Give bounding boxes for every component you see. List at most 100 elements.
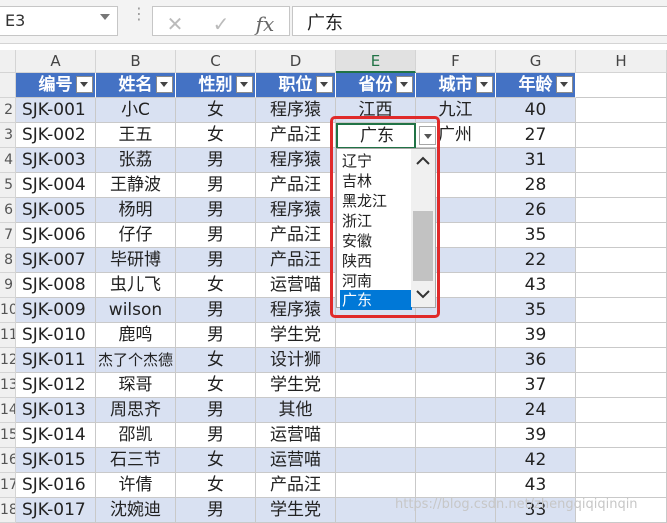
empty-cell[interactable] bbox=[576, 223, 667, 248]
cancel-icon[interactable]: ✕ bbox=[163, 12, 187, 36]
empty-cell[interactable] bbox=[576, 448, 667, 473]
column-header-c[interactable]: C bbox=[176, 50, 256, 73]
header-cell-gender[interactable]: 性别 bbox=[176, 73, 256, 98]
cell-gender[interactable]: 男 bbox=[176, 198, 256, 223]
row-header[interactable]: 16 bbox=[0, 448, 16, 473]
empty-cell[interactable] bbox=[576, 373, 667, 398]
cell-name[interactable]: 周思齐 bbox=[96, 398, 176, 423]
row-header[interactable]: 4 bbox=[0, 148, 16, 173]
cell-age[interactable]: 27 bbox=[496, 123, 576, 148]
cell-position[interactable]: 其他 bbox=[256, 398, 336, 423]
row-header[interactable]: 15 bbox=[0, 423, 16, 448]
cell-age[interactable]: 39 bbox=[496, 423, 576, 448]
cell-age[interactable]: 40 bbox=[496, 98, 576, 123]
filter-icon[interactable] bbox=[396, 76, 413, 93]
cell-city[interactable] bbox=[416, 348, 496, 373]
cell-id[interactable]: SJK-012 bbox=[16, 373, 96, 398]
cell-province[interactable] bbox=[336, 323, 416, 348]
cell-id[interactable]: SJK-008 bbox=[16, 273, 96, 298]
cell-city[interactable] bbox=[416, 398, 496, 423]
empty-cell[interactable] bbox=[576, 73, 667, 98]
column-header-a[interactable]: A bbox=[16, 50, 96, 73]
cell-position[interactable]: 程序猿 bbox=[256, 148, 336, 173]
row-header[interactable]: 8 bbox=[0, 248, 16, 273]
cell-position[interactable]: 学生党 bbox=[256, 373, 336, 398]
cell-gender[interactable]: 女 bbox=[176, 448, 256, 473]
cell-position[interactable]: 产品汪 bbox=[256, 173, 336, 198]
cell-city[interactable] bbox=[416, 373, 496, 398]
row-header[interactable]: 17 bbox=[0, 473, 16, 498]
empty-cell[interactable] bbox=[576, 173, 667, 198]
cell-id[interactable]: SJK-005 bbox=[16, 198, 96, 223]
cell-gender[interactable]: 女 bbox=[176, 473, 256, 498]
cell-gender[interactable]: 女 bbox=[176, 98, 256, 123]
cell-name[interactable]: wilson bbox=[96, 298, 176, 323]
row-header[interactable]: 3 bbox=[0, 123, 16, 148]
filter-icon[interactable] bbox=[476, 76, 493, 93]
cell-id[interactable]: SJK-003 bbox=[16, 148, 96, 173]
row-header[interactable] bbox=[0, 73, 16, 98]
header-cell-id[interactable]: 编号 bbox=[16, 73, 96, 98]
cell-id[interactable]: SJK-002 bbox=[16, 123, 96, 148]
cell-age[interactable]: 31 bbox=[496, 148, 576, 173]
cell-gender[interactable]: 男 bbox=[176, 248, 256, 273]
empty-cell[interactable] bbox=[576, 323, 667, 348]
row-header[interactable]: 7 bbox=[0, 223, 16, 248]
cell-province[interactable] bbox=[336, 448, 416, 473]
empty-cell[interactable] bbox=[576, 148, 667, 173]
row-header[interactable]: 5 bbox=[0, 173, 16, 198]
row-header[interactable]: 13 bbox=[0, 373, 16, 398]
cell-position[interactable]: 程序猿 bbox=[256, 298, 336, 323]
cell-gender[interactable]: 男 bbox=[176, 298, 256, 323]
cell-id[interactable]: SJK-017 bbox=[16, 498, 96, 523]
empty-cell[interactable] bbox=[576, 273, 667, 298]
row-header[interactable]: 12 bbox=[0, 348, 16, 373]
cell-age[interactable]: 28 bbox=[496, 173, 576, 198]
empty-cell[interactable] bbox=[576, 198, 667, 223]
cell-id[interactable]: SJK-014 bbox=[16, 423, 96, 448]
row-header[interactable]: 9 bbox=[0, 273, 16, 298]
row-header[interactable]: 11 bbox=[0, 323, 16, 348]
chevron-down-icon[interactable] bbox=[100, 14, 110, 20]
cell-position[interactable]: 运营喵 bbox=[256, 448, 336, 473]
cell-name[interactable]: 鹿鸣 bbox=[96, 323, 176, 348]
cell-position[interactable]: 学生党 bbox=[256, 498, 336, 523]
cell-position[interactable]: 学生党 bbox=[256, 323, 336, 348]
cell-name[interactable]: 张荔 bbox=[96, 148, 176, 173]
cell-age[interactable]: 22 bbox=[496, 248, 576, 273]
header-cell-city[interactable]: 城市 bbox=[416, 73, 496, 98]
cell-gender[interactable]: 男 bbox=[176, 148, 256, 173]
cell-age[interactable]: 42 bbox=[496, 448, 576, 473]
cell-province[interactable] bbox=[336, 398, 416, 423]
column-header-h[interactable]: H bbox=[576, 50, 667, 73]
cell-name[interactable]: 虫儿飞 bbox=[96, 273, 176, 298]
cell-id[interactable]: SJK-013 bbox=[16, 398, 96, 423]
header-cell-name[interactable]: 姓名 bbox=[96, 73, 176, 98]
filter-icon[interactable] bbox=[156, 76, 173, 93]
cell-gender[interactable]: 女 bbox=[176, 123, 256, 148]
cell-gender[interactable]: 男 bbox=[176, 498, 256, 523]
cell-province[interactable] bbox=[336, 373, 416, 398]
cell-gender[interactable]: 男 bbox=[176, 173, 256, 198]
cell-gender[interactable]: 女 bbox=[176, 348, 256, 373]
cell-gender[interactable]: 男 bbox=[176, 223, 256, 248]
row-header[interactable]: 10 bbox=[0, 298, 16, 323]
select-all-corner[interactable] bbox=[0, 50, 16, 73]
column-header-g[interactable]: G bbox=[496, 50, 576, 73]
row-header[interactable]: 2 bbox=[0, 98, 16, 123]
header-cell-province[interactable]: 省份 bbox=[336, 73, 416, 98]
cell-city[interactable] bbox=[416, 448, 496, 473]
cell-id[interactable]: SJK-011 bbox=[16, 348, 96, 373]
cell-id[interactable]: SJK-004 bbox=[16, 173, 96, 198]
row-header[interactable]: 14 bbox=[0, 398, 16, 423]
cell-id[interactable]: SJK-007 bbox=[16, 248, 96, 273]
cell-id[interactable]: SJK-001 bbox=[16, 98, 96, 123]
cell-position[interactable]: 设计狮 bbox=[256, 348, 336, 373]
drag-handle-icon[interactable]: ⋮ bbox=[131, 6, 147, 22]
cell-gender[interactable]: 男 bbox=[176, 423, 256, 448]
row-header[interactable]: 6 bbox=[0, 198, 16, 223]
cell-name[interactable]: 仔仔 bbox=[96, 223, 176, 248]
cell-age[interactable]: 35 bbox=[496, 223, 576, 248]
cell-age[interactable]: 43 bbox=[496, 273, 576, 298]
cell-position[interactable]: 程序猿 bbox=[256, 98, 336, 123]
